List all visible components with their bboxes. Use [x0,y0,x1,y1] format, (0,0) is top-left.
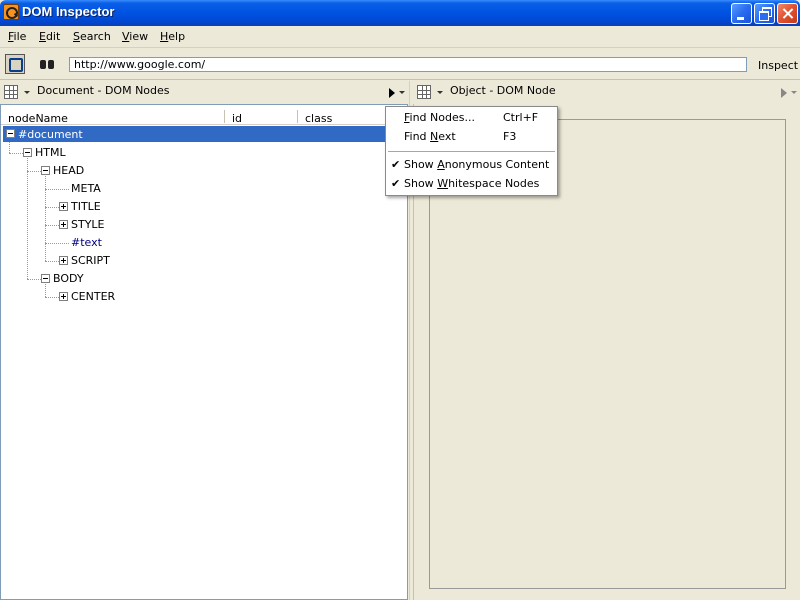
chevron-down-icon[interactable] [437,91,443,94]
collapse-icon[interactable] [41,274,50,283]
column-class[interactable]: class [305,112,332,125]
left-pane-header: Document - DOM Nodes [0,81,409,103]
column-nodename[interactable]: nodeName [8,112,68,125]
checkmark-icon: ✔ [391,177,401,190]
tree-row-style[interactable]: STYLE [1,216,405,234]
select-element-icon[interactable] [5,54,25,74]
dom-tree-panel[interactable]: nodeName id class #document HTML HEAD ME… [0,104,408,600]
node-label: META [71,182,101,195]
right-pane-title: Object - DOM Node [450,84,556,97]
close-button[interactable] [777,3,798,24]
column-divider[interactable] [297,110,298,123]
expand-icon[interactable] [59,292,68,301]
tree-column-header: nodeName id class [1,108,405,125]
node-label: #document [18,128,83,141]
tree-row-head[interactable]: HEAD [1,162,405,180]
binoculars-icon[interactable] [39,56,55,70]
menu-help[interactable]: Help [160,30,185,43]
menu-item-label: Find Nodes... [404,111,475,124]
right-pane-header: Object - DOM Node [413,81,800,103]
node-label: TITLE [71,200,101,213]
menu-item-shortcut: Ctrl+F [503,111,539,124]
node-label: STYLE [71,218,105,231]
tree-row-body[interactable]: BODY [1,270,405,288]
title-bar: DOM Inspector [0,0,800,26]
url-input[interactable]: http://www.google.com/ [69,57,747,72]
menu-item-show-anonymous-content[interactable]: ✔ Show Anonymous Content [386,156,557,174]
tree-row-text[interactable]: #text [1,234,405,252]
menu-separator [388,151,555,152]
left-pane-title: Document - DOM Nodes [37,84,170,97]
collapse-icon[interactable] [6,129,15,138]
expand-icon[interactable] [59,256,68,265]
menu-bar: File Edit Search View Help [0,26,800,48]
pane-menu-arrow-icon[interactable] [389,88,395,98]
viewer-list-icon[interactable] [4,85,18,99]
checkmark-icon: ✔ [391,158,401,171]
expand-icon[interactable] [59,220,68,229]
menu-view[interactable]: View [122,30,148,43]
menu-item-shortcut: F3 [503,130,517,143]
pane-menu-arrow-icon[interactable] [781,88,787,98]
node-label: #text [71,236,102,249]
menu-item-label: Show Anonymous Content [404,158,550,171]
node-label: HTML [35,146,66,159]
node-label: HEAD [53,164,85,177]
menu-item-show-whitespace-nodes[interactable]: ✔ Show Whitespace Nodes [386,175,557,193]
column-divider[interactable] [224,110,225,123]
column-id[interactable]: id [232,112,242,125]
menu-item-label: Find Next [404,130,456,143]
chevron-down-icon[interactable] [791,91,797,94]
menu-item-label: Show Whitespace Nodes [404,177,540,190]
dom-inspector-app-icon[interactable] [3,4,19,20]
collapse-icon[interactable] [41,166,50,175]
menu-file[interactable]: File [8,30,26,43]
chevron-down-icon[interactable] [399,91,405,94]
menu-item-find-nodes[interactable]: Find Nodes... Ctrl+F [386,109,557,127]
node-label: SCRIPT [71,254,110,267]
tree-row-meta[interactable]: META [1,180,405,198]
tree-row-script[interactable]: SCRIPT [1,252,405,270]
maximize-button[interactable] [754,3,775,24]
tree-row-center[interactable]: CENTER [1,288,405,306]
viewer-list-icon[interactable] [417,85,431,99]
tree-row-document[interactable]: #document [3,126,404,142]
menu-search[interactable]: Search [73,30,111,43]
tree-row-title[interactable]: TITLE [1,198,405,216]
node-label: CENTER [71,290,116,303]
node-label: BODY [53,272,84,285]
menu-edit[interactable]: Edit [39,30,60,43]
window-title: DOM Inspector [22,4,115,19]
minimize-button[interactable] [731,3,752,24]
pane-context-menu: Find Nodes... Ctrl+F Find Next F3 ✔ Show… [385,106,558,196]
chevron-down-icon[interactable] [24,91,30,94]
expand-icon[interactable] [59,202,68,211]
inspect-button[interactable]: Inspect [758,59,798,72]
tree-row-html[interactable]: HTML [1,144,405,162]
toolbar: http://www.google.com/ Inspect [0,48,800,80]
collapse-icon[interactable] [23,148,32,157]
menu-item-find-next[interactable]: Find Next F3 [386,128,557,146]
